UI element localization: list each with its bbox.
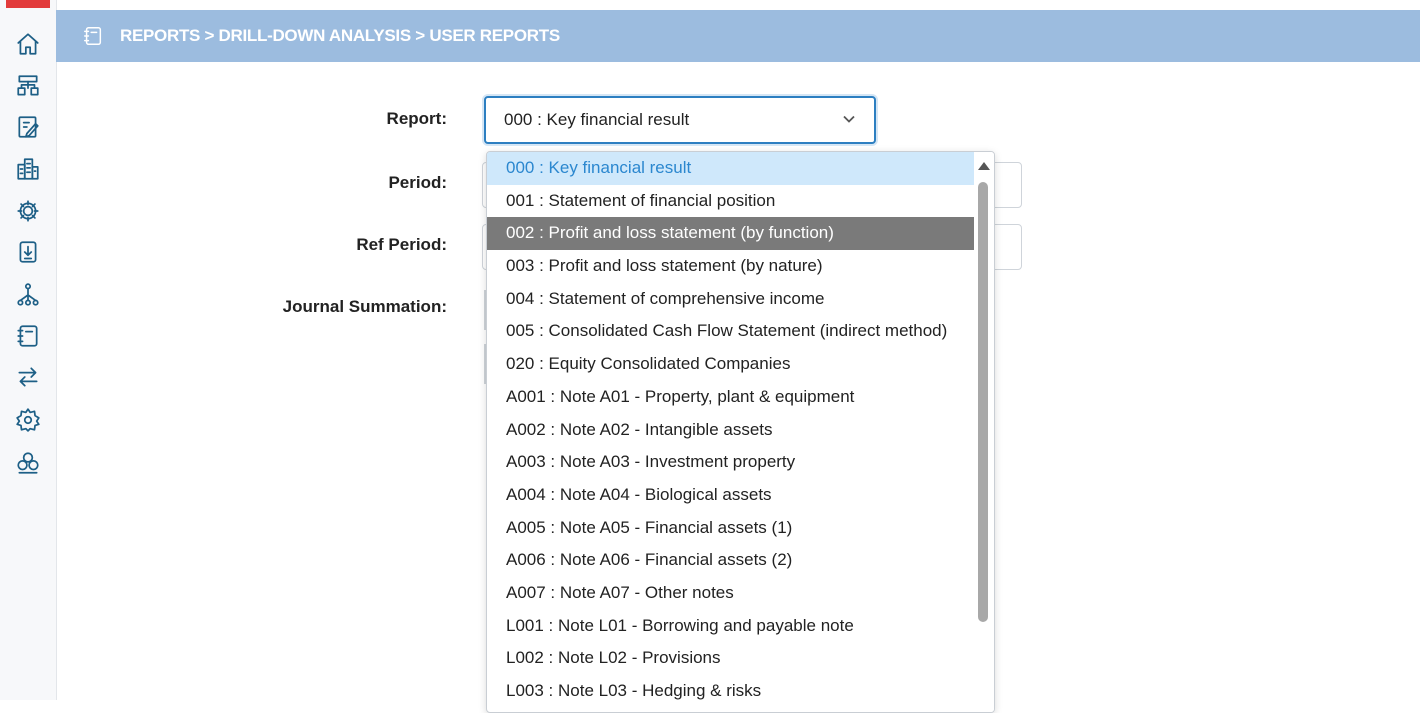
report-select-value: 000 : Key financial result — [504, 110, 690, 129]
dropdown-option[interactable]: 020 : Equity Consolidated Companies — [487, 348, 974, 381]
org-chart-icon[interactable] — [14, 281, 42, 309]
home-icon[interactable] — [14, 30, 42, 58]
dropdown-option[interactable]: A001 : Note A01 - Property, plant & equi… — [487, 381, 974, 414]
dropdown-option[interactable]: 001 : Statement of financial position — [487, 185, 974, 218]
dropdown-option[interactable]: L003 : Note L03 - Hedging & risks — [487, 675, 974, 708]
scrollbar-thumb[interactable] — [978, 182, 988, 622]
dropdown-option[interactable]: A003 : Note A03 - Investment property — [487, 446, 974, 479]
dropdown-option[interactable]: A002 : Note A02 - Intangible assets — [487, 414, 974, 447]
download-doc-icon[interactable] — [14, 238, 42, 266]
hierarchy-icon[interactable] — [14, 72, 42, 100]
scroll-up-arrow-icon[interactable] — [978, 162, 990, 170]
period-label: Period: — [388, 173, 447, 192]
report-dropdown-list[interactable]: 000 : Key financial result 001 : Stateme… — [486, 151, 995, 713]
journal-summation-label: Journal Summation: — [282, 297, 447, 316]
nav-rail — [0, 0, 57, 700]
breadcrumb: REPORTS > DRILL-DOWN ANALYSIS > USER REP… — [120, 26, 560, 45]
rail-accent-bar — [6, 0, 50, 8]
dropdown-scrollbar[interactable] — [974, 152, 994, 712]
cloverleaf-icon[interactable] — [14, 449, 42, 477]
dropdown-option-selected[interactable]: 000 : Key financial result — [487, 152, 974, 185]
report-select[interactable]: 000 : Key financial result — [484, 96, 876, 144]
dropdown-option[interactable]: A007 : Note A07 - Other notes — [487, 577, 974, 610]
page-header: REPORTS > DRILL-DOWN ANALYSIS > USER REP… — [56, 10, 1420, 62]
gear-network-icon[interactable] — [14, 197, 42, 225]
dropdown-option[interactable]: A004 : Note A04 - Biological assets — [487, 479, 974, 512]
dropdown-option[interactable]: 005 : Consolidated Cash Flow Statement (… — [487, 315, 974, 348]
chevron-down-icon[interactable] — [842, 112, 856, 126]
notebook-icon — [82, 24, 106, 48]
ref-period-label: Ref Period: — [356, 235, 447, 254]
dropdown-option[interactable]: L001 : Note L01 - Borrowing and payable … — [487, 610, 974, 643]
settings-gear-icon[interactable] — [14, 406, 42, 434]
dropdown-option[interactable]: A006 : Note A06 - Financial assets (2) — [487, 544, 974, 577]
dropdown-option[interactable]: 004 : Statement of comprehensive income — [487, 283, 974, 316]
edit-report-icon[interactable] — [14, 113, 42, 141]
notebook-icon[interactable] — [14, 322, 42, 350]
transfer-arrows-icon[interactable] — [14, 363, 42, 391]
report-label: Report: — [386, 109, 447, 128]
dropdown-option[interactable]: L002 : Note L02 - Provisions — [487, 642, 974, 675]
dropdown-option[interactable]: A005 : Note A05 - Financial assets (1) — [487, 512, 974, 545]
dropdown-option-hovered[interactable]: 002 : Profit and loss statement (by func… — [487, 217, 974, 251]
buildings-icon[interactable] — [14, 155, 42, 183]
dropdown-option[interactable]: 003 : Profit and loss statement (by natu… — [487, 250, 974, 283]
